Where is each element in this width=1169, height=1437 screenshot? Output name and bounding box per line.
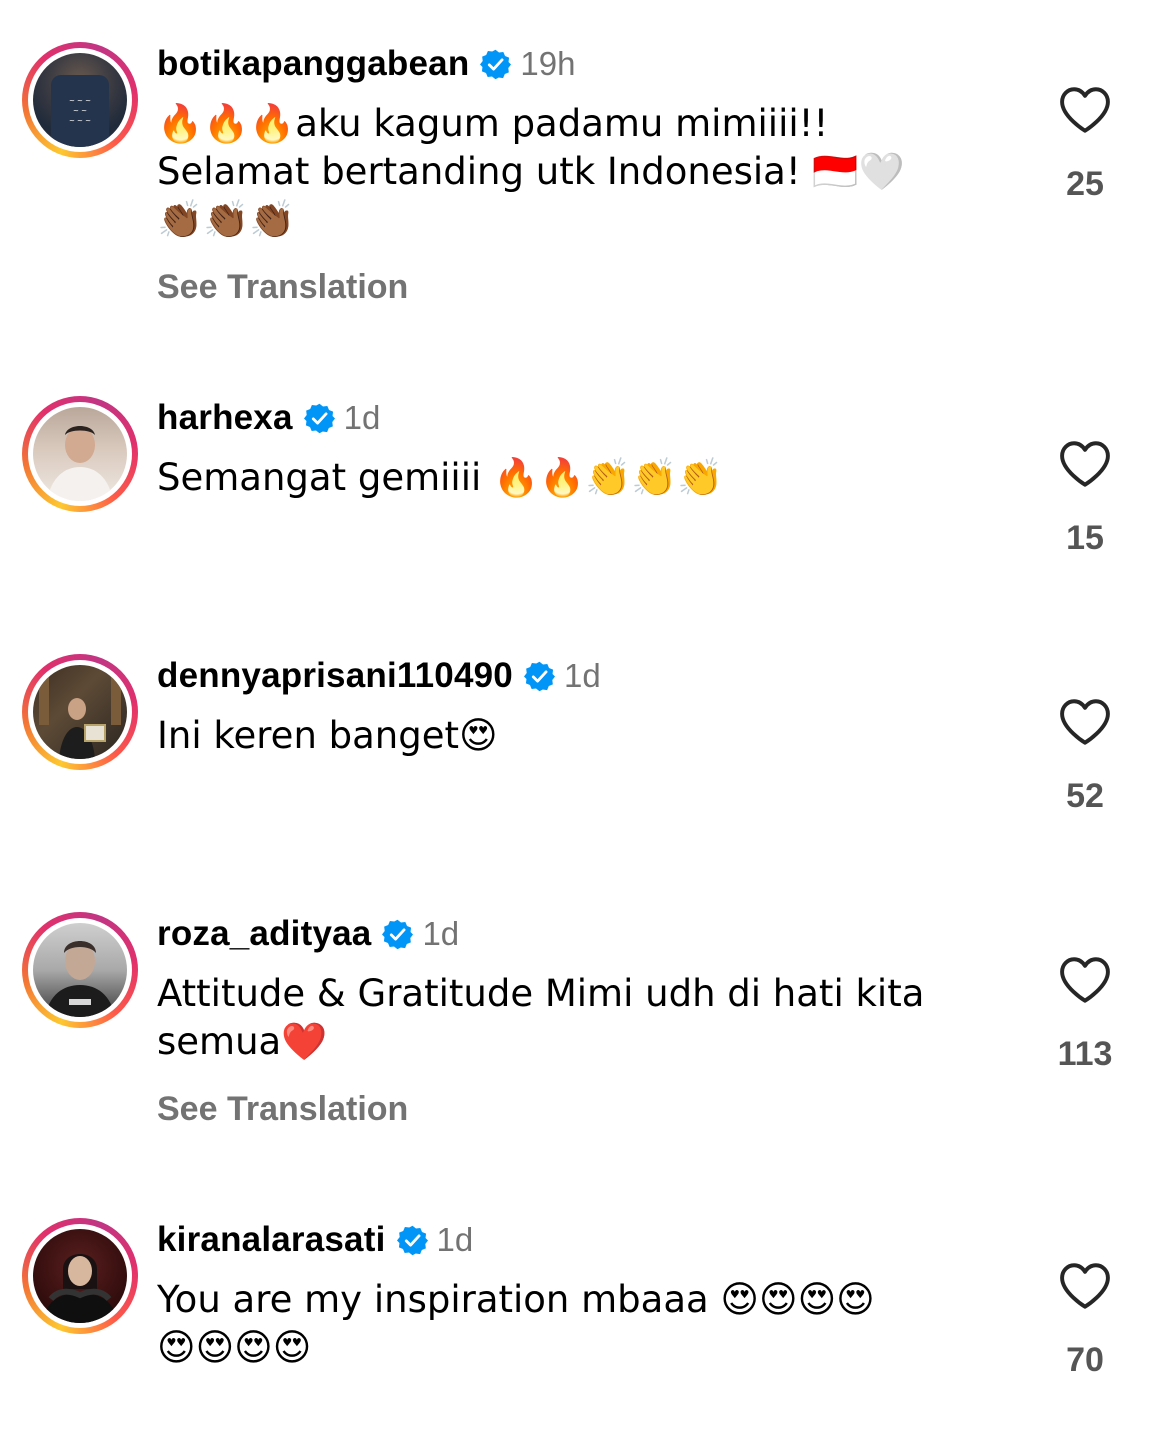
avatar-ring[interactable] (22, 396, 138, 512)
heart-outline-icon[interactable] (1058, 86, 1112, 134)
comment-line: Selamat bertanding utk Indonesia! 🇮🇩🤍 (157, 150, 905, 193)
svg-text:~ ~: ~ ~ (73, 107, 87, 115)
verified-badge-icon (303, 403, 335, 433)
verified-badge-icon (382, 919, 414, 949)
comment-text: Attitude & Gratitude Mimi udh di hati ki… (157, 970, 957, 1066)
username[interactable]: kiranalarasati (157, 1220, 386, 1260)
comment-header: kiranalarasati 1d (157, 1218, 473, 1262)
like-count: 15 (1066, 519, 1104, 557)
avatar-jacket-graphic: ~ ~ ~ ~ ~ ~ ~ ~ (51, 75, 109, 147)
timestamp: 1d (343, 399, 381, 436)
comment-text: Ini keren banget😍 (157, 712, 957, 760)
verified-badge-icon (480, 49, 512, 79)
comment-line: Attitude & Gratitude Mimi udh di hati ki… (157, 972, 925, 1015)
comment-line: semua❤️ (157, 1020, 328, 1063)
comment-line: 👏🏾👏🏾👏🏾 (157, 198, 296, 241)
timestamp: 19h (520, 45, 576, 82)
see-translation-link[interactable]: See Translation (157, 268, 408, 307)
svg-text:~ ~ ~: ~ ~ ~ (69, 97, 91, 105)
comment-line: 😍😍😍😍 (157, 1326, 312, 1369)
avatar: ~ ~ ~ ~ ~ ~ ~ ~ (33, 53, 127, 147)
username[interactable]: botikapanggabean (157, 44, 469, 84)
timestamp: 1d (422, 915, 460, 952)
avatar (33, 923, 127, 1017)
username[interactable]: harhexa (157, 398, 293, 438)
avatar-ring[interactable] (22, 1218, 138, 1334)
comment-line: Semangat gemiiii 🔥🔥👏👏👏 (157, 456, 724, 499)
comment-text: Semangat gemiiii 🔥🔥👏👏👏 (157, 454, 957, 502)
avatar-ring[interactable] (22, 912, 138, 1028)
username[interactable]: dennyaprisani110490 (157, 656, 513, 696)
timestamp: 1d (436, 1221, 474, 1258)
like-count: 25 (1066, 165, 1104, 203)
comment-line: 🔥🔥🔥aku kagum padamu mimiiii!! (157, 102, 829, 145)
verified-badge-icon (523, 661, 555, 691)
like-count: 70 (1066, 1341, 1104, 1379)
svg-text:~ ~ ~: ~ ~ ~ (69, 117, 91, 125)
comment-header: roza_adityaa 1d (157, 912, 459, 956)
like-count: 52 (1066, 777, 1104, 815)
avatar-person-graphic (43, 1254, 117, 1323)
avatar-person-graphic (47, 426, 113, 501)
heart-outline-icon[interactable] (1058, 440, 1112, 488)
avatar-person-graphic (45, 941, 115, 1017)
avatar (33, 1229, 127, 1323)
avatar-ring[interactable] (22, 654, 138, 770)
comment-header: botikapanggabean 19h (157, 42, 575, 86)
comment-header: harhexa 1d (157, 396, 380, 440)
comment-text: You are my inspiration mbaaa 😍😍😍😍 😍😍😍😍 (157, 1276, 957, 1372)
comment-text: 🔥🔥🔥aku kagum padamu mimiiii!! Selamat be… (157, 100, 957, 244)
like-count: 113 (1057, 1035, 1113, 1073)
timestamp: 1d (563, 657, 601, 694)
username[interactable]: roza_adityaa (157, 914, 371, 954)
avatar-person-graphic (39, 675, 121, 759)
comment-line: Ini keren banget😍 (157, 714, 498, 757)
verified-badge-icon (396, 1225, 428, 1255)
avatar (33, 407, 127, 501)
see-translation-link[interactable]: See Translation (157, 1090, 408, 1129)
comment-header: dennyaprisani110490 1d (157, 654, 601, 698)
comment-line: You are my inspiration mbaaa 😍😍😍😍 (157, 1278, 875, 1321)
heart-outline-icon[interactable] (1058, 956, 1112, 1004)
avatar-ring[interactable]: ~ ~ ~ ~ ~ ~ ~ ~ (22, 42, 138, 158)
heart-outline-icon[interactable] (1058, 698, 1112, 746)
avatar (33, 665, 127, 759)
heart-outline-icon[interactable] (1058, 1262, 1112, 1310)
